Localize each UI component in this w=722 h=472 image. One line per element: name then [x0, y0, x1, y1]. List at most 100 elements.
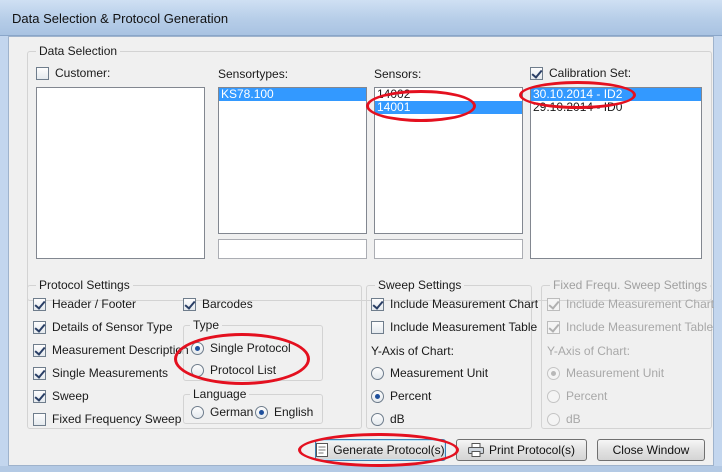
fixed-db-radio-row: dB [547, 410, 581, 428]
data-selection-label: Data Selection [36, 44, 121, 58]
details-sensor-type-checkbox[interactable] [33, 320, 46, 334]
fixed-include-table-checkbox-row: Include Measurement Table [547, 318, 713, 336]
fixed-include-table-checkbox [547, 320, 560, 334]
barcodes-checkbox[interactable] [183, 297, 196, 311]
protocol-list-radio-row[interactable]: Protocol List [191, 361, 276, 379]
sensors-list[interactable]: 14002 14001 [374, 87, 523, 234]
fixed-percent-radio-row: Percent [547, 387, 607, 405]
english-radio[interactable] [255, 405, 268, 419]
fixed-frequency-sweep-label: Fixed Frequency Sweep [52, 412, 182, 426]
dialog-client-area: Data Selection Customer: Sensortypes: KS… [8, 36, 714, 467]
single-protocol-radio[interactable] [191, 341, 204, 355]
sweep-checkbox-row[interactable]: Sweep [33, 387, 89, 405]
fixed-measurement-unit-radio [547, 366, 560, 380]
document-icon [316, 443, 329, 457]
y-axis-label: Y-Axis of Chart: [371, 344, 454, 358]
measurement-unit-label: Measurement Unit [390, 366, 489, 380]
sweep-label: Sweep [52, 389, 89, 403]
db-radio-row[interactable]: dB [371, 410, 405, 428]
title-bar: Data Selection & Protocol Generation [0, 0, 722, 36]
german-radio-row[interactable]: German [191, 403, 253, 421]
fixed-y-axis-label: Y-Axis of Chart: [547, 344, 630, 358]
single-measurements-checkbox[interactable] [33, 366, 46, 380]
include-table-label: Include Measurement Table [390, 320, 538, 334]
generate-protocols-button[interactable]: Generate Protocol(s) [315, 439, 446, 461]
header-footer-checkbox[interactable] [33, 297, 46, 311]
language-label: Language [190, 387, 250, 401]
include-table-checkbox[interactable] [371, 320, 384, 334]
calibration-set-checkbox-row[interactable]: Calibration Set: [530, 64, 631, 82]
single-protocol-label: Single Protocol [210, 341, 291, 355]
sensors-label: Sensors: [374, 67, 422, 81]
measurement-unit-radio[interactable] [371, 366, 384, 380]
german-label: German [210, 405, 254, 419]
protocol-list-label: Protocol List [210, 363, 277, 377]
measurement-description-checkbox[interactable] [33, 343, 46, 357]
fixed-percent-radio [547, 389, 560, 403]
fixed-include-chart-checkbox [547, 297, 560, 311]
close-window-label: Close Window [612, 443, 690, 457]
sensortypes-label: Sensortypes: [218, 67, 289, 81]
details-sensor-type-checkbox-row[interactable]: Details of Sensor Type [33, 318, 173, 336]
fixed-percent-label: Percent [566, 389, 608, 403]
printer-icon [467, 443, 484, 457]
fixed-include-chart-label: Include Measurement Chart [566, 297, 715, 311]
barcodes-label: Barcodes [202, 297, 253, 311]
window-title: Data Selection & Protocol Generation [12, 11, 229, 26]
measurement-unit-radio-row[interactable]: Measurement Unit [371, 364, 488, 382]
include-chart-checkbox[interactable] [371, 297, 384, 311]
print-protocols-button[interactable]: Print Protocol(s) [456, 439, 587, 461]
measurement-description-label: Measurement Description [52, 343, 189, 357]
fixed-include-chart-checkbox-row: Include Measurement Chart [547, 295, 714, 313]
fixed-measurement-unit-radio-row: Measurement Unit [547, 364, 664, 382]
print-protocols-label: Print Protocol(s) [488, 443, 576, 457]
sensortypes-list[interactable]: KS78.100 [218, 87, 367, 234]
sweep-settings-label: Sweep Settings [375, 278, 465, 292]
sensortypes-filter-input[interactable] [218, 239, 367, 259]
percent-radio[interactable] [371, 389, 384, 403]
single-measurements-checkbox-row[interactable]: Single Measurements [33, 364, 168, 382]
header-footer-label: Header / Footer [52, 297, 137, 311]
barcodes-checkbox-row[interactable]: Barcodes [183, 295, 253, 313]
customer-list[interactable] [36, 87, 205, 259]
percent-radio-row[interactable]: Percent [371, 387, 431, 405]
customer-checkbox-row[interactable]: Customer: [36, 64, 110, 82]
measurement-description-checkbox-row[interactable]: Measurement Description [33, 341, 189, 359]
english-radio-row[interactable]: English [255, 403, 313, 421]
protocol-settings-label: Protocol Settings [36, 278, 133, 292]
window-frame-bottom [0, 466, 722, 472]
fixed-include-table-label: Include Measurement Table [566, 320, 714, 334]
fixed-db-label: dB [566, 412, 581, 426]
details-sensor-type-label: Details of Sensor Type [52, 320, 173, 334]
single-measurements-label: Single Measurements [52, 366, 169, 380]
calibration-set-label: Calibration Set: [549, 66, 632, 80]
window-frame-right [714, 36, 722, 466]
generate-protocols-label: Generate Protocol(s) [333, 443, 445, 457]
sensor-item-selected[interactable]: 14001 [375, 101, 522, 114]
include-table-checkbox-row[interactable]: Include Measurement Table [371, 318, 537, 336]
header-footer-checkbox-row[interactable]: Header / Footer [33, 295, 136, 313]
german-radio[interactable] [191, 405, 204, 419]
customer-checkbox[interactable] [36, 66, 49, 80]
percent-label: Percent [390, 389, 432, 403]
customer-label: Customer: [55, 66, 111, 80]
sensors-filter-input[interactable] [374, 239, 523, 259]
fixed-db-radio [547, 412, 560, 426]
sweep-checkbox[interactable] [33, 389, 46, 403]
fixed-sweep-settings-label: Fixed Frequ. Sweep Settings [550, 278, 711, 292]
fixed-frequency-sweep-checkbox[interactable] [33, 412, 46, 426]
calibration-set-checkbox[interactable] [530, 66, 543, 80]
fixed-measurement-unit-label: Measurement Unit [566, 366, 665, 380]
db-radio[interactable] [371, 412, 384, 426]
close-window-button[interactable]: Close Window [597, 439, 705, 461]
include-chart-label: Include Measurement Chart [390, 297, 539, 311]
sensortype-item[interactable]: KS78.100 [219, 88, 366, 101]
calibration-item[interactable]: 29.10.2014 - ID0 [531, 101, 701, 114]
protocol-list-radio[interactable] [191, 363, 204, 377]
type-label: Type [190, 318, 223, 332]
fixed-frequency-sweep-checkbox-row[interactable]: Fixed Frequency Sweep [33, 410, 181, 428]
include-chart-checkbox-row[interactable]: Include Measurement Chart [371, 295, 538, 313]
english-label: English [274, 405, 314, 419]
single-protocol-radio-row[interactable]: Single Protocol [191, 339, 291, 357]
calibration-set-list[interactable]: 30.10.2014 - ID2 29.10.2014 - ID0 [530, 87, 702, 259]
